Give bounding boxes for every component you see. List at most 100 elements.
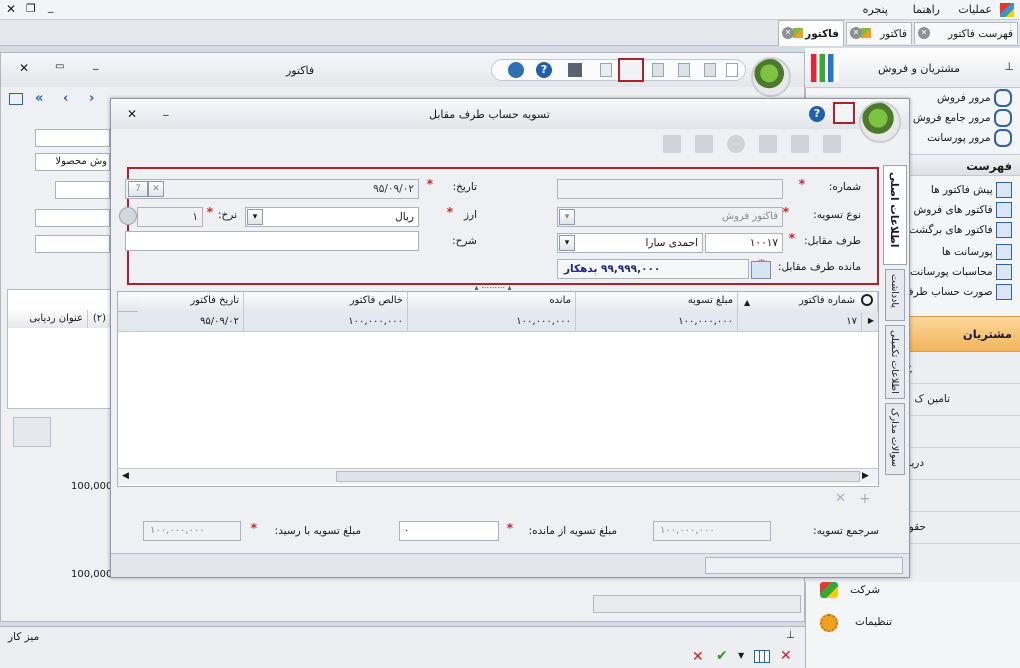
settlement-type-select[interactable]: فاکتور فروش ▾ [557, 207, 783, 227]
bg-minimize-icon[interactable]: _ [93, 57, 99, 70]
party-code-input[interactable]: ۱۰۰۱۷ [705, 233, 783, 253]
tab-close-icon[interactable]: ✕ [918, 27, 930, 39]
scroll-thumb[interactable] [336, 471, 860, 482]
scroll-left-icon[interactable]: ◀ [122, 471, 129, 481]
vtab-documents[interactable]: سوالات مدارک [885, 403, 905, 475]
list-item[interactable]: پورسانت ها [942, 242, 1012, 262]
calendar-icon[interactable]: 7 [128, 181, 148, 197]
cancel-icon[interactable]: ✕ [780, 648, 792, 664]
restore-icon[interactable]: ❐ [26, 2, 36, 15]
minimize-icon[interactable]: _ [48, 0, 54, 13]
help-icon[interactable]: ? [536, 62, 552, 78]
list-item[interactable]: فاکتور های فروش [913, 200, 1012, 220]
tab-close-icon[interactable]: ✕ [850, 27, 862, 39]
menu-window[interactable]: پنجره [863, 3, 888, 16]
section-item[interactable]: تامین ک [914, 393, 950, 405]
new-icon[interactable] [726, 63, 738, 77]
save-doc-icon[interactable] [823, 135, 841, 153]
list-item[interactable]: فاکتور های برگشت [909, 220, 1012, 240]
rate-refresh-icon[interactable] [119, 207, 137, 225]
col-settle-amount[interactable]: مبلغ تسویه [576, 292, 738, 312]
col-date[interactable]: تاریخ فاکتور [138, 292, 244, 312]
menu-help[interactable]: راهنما [913, 3, 940, 16]
list-view-icon[interactable] [9, 93, 23, 105]
review-item-general[interactable]: مرور جامع فروش [913, 108, 1012, 128]
print-icon[interactable] [568, 63, 582, 77]
list-item[interactable]: محاسبات پورسانت [910, 262, 1012, 282]
tab-close-icon[interactable]: ✕ [782, 27, 794, 39]
review-item-sales[interactable]: مرور فروش [937, 88, 1012, 108]
bg-field-4[interactable] [35, 209, 110, 227]
scroll-right-icon[interactable]: ▶ [862, 471, 869, 481]
desk-pin-icon[interactable]: ⊥ [786, 630, 795, 641]
tab-invoice-list[interactable]: فهرست فاکتور ✕ [914, 22, 1018, 44]
close-icon[interactable]: ✕ [6, 2, 16, 16]
dropdown-arrow-icon[interactable]: ▾ [559, 235, 575, 251]
remove-row-icon[interactable]: ✕ [835, 491, 846, 506]
add-row-icon[interactable]: + [859, 491, 871, 507]
tab-invoice-1[interactable]: فاکتور ✕ [846, 22, 912, 44]
list-item[interactable]: پیش فاکتور ها [931, 180, 1012, 200]
zoom-button[interactable] [13, 417, 51, 447]
tab-invoice-2-active[interactable]: فاکتور ✕ [778, 20, 844, 46]
bg-field-1[interactable] [35, 129, 110, 147]
bg-restore-icon[interactable]: ▭ [55, 61, 64, 72]
search-icon[interactable] [861, 294, 873, 306]
rate-input[interactable]: ۱ [137, 207, 203, 227]
attach-icon-highlight[interactable] [618, 58, 644, 82]
confirm-check-icon[interactable]: ✔ [716, 648, 728, 664]
forward-icon[interactable] [791, 135, 809, 153]
dialog-minimize-icon[interactable]: _ [163, 103, 169, 116]
disk-icon[interactable] [704, 63, 716, 77]
dropdown-arrow-icon[interactable]: ▾ [247, 209, 263, 225]
bg-field-5[interactable] [35, 235, 110, 253]
bg-close-icon[interactable]: ✕ [19, 61, 29, 75]
currency-select[interactable]: ریال ▾ [245, 207, 419, 227]
copy-icon[interactable] [600, 63, 612, 77]
section-item[interactable]: دریا [908, 457, 924, 469]
new-doc-icon[interactable] [663, 135, 681, 153]
side-item-company[interactable]: شرکت [850, 580, 880, 600]
date-input[interactable]: ۹۵/۰۹/۰۲ ✕ 7 [125, 179, 419, 199]
col-remaining[interactable]: مانده [408, 292, 576, 312]
dropdown-arrow-icon[interactable]: ▾ [559, 209, 575, 225]
balance-detail-icon[interactable] [751, 261, 771, 279]
first-record-icon[interactable]: « [35, 91, 43, 106]
dialog-close-icon[interactable]: ✕ [127, 107, 137, 121]
vtab-extra-info[interactable]: اطلاعات تکمیلی [885, 325, 905, 399]
vtab-main-info[interactable]: اطلاعات اصلی [883, 165, 907, 265]
desk-title: میز کار [8, 631, 40, 643]
grid-horizontal-scrollbar[interactable]: ◀ ▶ [118, 468, 878, 484]
back-icon[interactable] [759, 135, 777, 153]
number-input[interactable] [557, 179, 783, 199]
table-row[interactable]: ▶ ۱۷ ۱۰۰,۰۰۰,۰۰۰ ۱۰۰,۰۰۰,۰۰۰ ۱۰۰,۰۰۰,۰۰۰… [118, 312, 878, 332]
bg-field-3[interactable] [55, 181, 110, 199]
delete-doc-icon[interactable] [727, 135, 745, 153]
col-net[interactable]: خالص فاکتور [244, 292, 408, 312]
bg-field-products[interactable]: وش محصولا [35, 153, 110, 171]
dialog-title: تسویه حساب طرف مقابل [429, 108, 550, 121]
next-record-icon[interactable]: › [89, 91, 94, 106]
grid-view-icon[interactable] [754, 650, 770, 663]
pin-icon[interactable]: ⊥ [1004, 60, 1014, 73]
wrench-icon[interactable] [508, 62, 524, 78]
section-item[interactable]: حقو [909, 521, 926, 533]
dialog-help-icon[interactable]: ? [809, 106, 825, 122]
dialog-attach-icon-highlight[interactable] [833, 102, 855, 124]
side-item-settings[interactable]: تنظیمات [855, 612, 892, 632]
list-item[interactable]: صورت حساب طرف [903, 282, 1012, 302]
col-invoice-number[interactable]: شماره فاکتور ▲ [738, 292, 878, 312]
description-input[interactable] [125, 231, 419, 251]
review-item-commission[interactable]: مرور پورسانت [927, 128, 1012, 148]
save-icon[interactable] [652, 63, 664, 77]
prev-record-icon[interactable]: ‹ [63, 91, 68, 106]
copy-doc-icon[interactable] [695, 135, 713, 153]
dropdown-arrow-icon[interactable]: ▼ [738, 651, 744, 660]
party-name-select[interactable]: احمدی سارا ▾ [557, 233, 703, 253]
vtab-notes[interactable]: یادداشت [885, 269, 905, 321]
clear-icon[interactable]: ✕ [148, 181, 164, 197]
from-balance-input[interactable]: ۰ [399, 521, 499, 541]
menu-operations[interactable]: عملیات [958, 3, 992, 16]
delete-icon[interactable]: ✕ [692, 649, 704, 665]
save-as-icon[interactable] [678, 63, 690, 77]
